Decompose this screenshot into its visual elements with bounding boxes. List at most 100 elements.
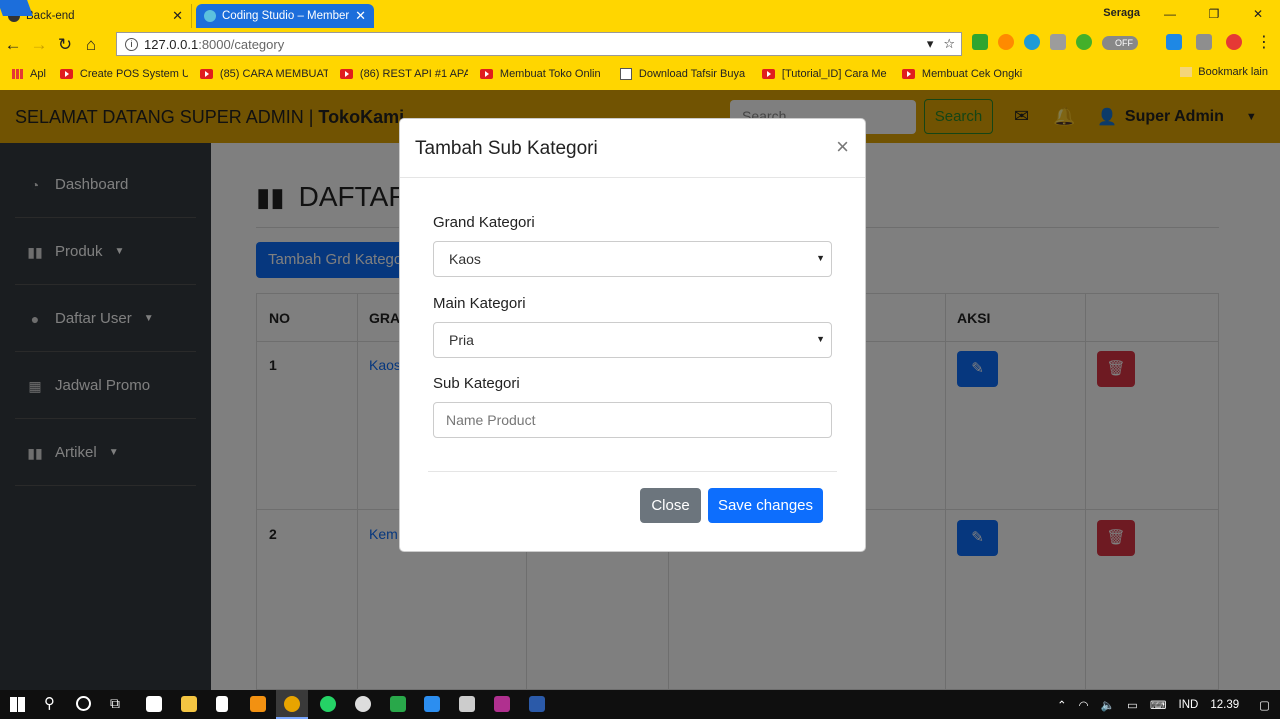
windows-start-icon[interactable] xyxy=(10,697,25,712)
windows-taskbar: ⚲ ⧉ ⌃ ◠ 🔈 ▭ ⌨ IND 12.39 ▢ xyxy=(0,690,1280,719)
extension-icon[interactable] xyxy=(1166,34,1182,50)
chevron-down-icon: ▼ xyxy=(816,334,825,344)
search-icon[interactable]: ⚲ xyxy=(44,694,55,712)
dropdown-icon[interactable]: ▾ xyxy=(927,36,934,52)
extension-icon[interactable] xyxy=(998,34,1014,50)
app-icon[interactable] xyxy=(390,696,406,712)
bookmark-label: (86) REST API #1 APA xyxy=(359,68,468,80)
bookmark-item[interactable]: Membuat Toko Onlin xyxy=(479,68,608,80)
bookmark-item[interactable]: Create POS System U xyxy=(59,68,188,80)
menu-icon[interactable]: ⋮ xyxy=(1256,32,1272,52)
app-icon[interactable] xyxy=(355,696,371,712)
grand-category-select[interactable]: Kaos ▼ xyxy=(433,241,832,277)
extension-icon[interactable] xyxy=(1024,34,1040,50)
site-icon xyxy=(619,68,632,80)
youtube-icon xyxy=(479,69,493,79)
extension-icon[interactable] xyxy=(1050,34,1066,50)
close-window-icon[interactable]: ✕ xyxy=(1236,7,1280,21)
add-subcategory-modal: Tambah Sub Kategori × Grand Kategori Kao… xyxy=(399,118,866,552)
sub-category-input[interactable]: Name Product xyxy=(433,402,832,438)
star-icon[interactable]: ☆ xyxy=(943,36,955,52)
forward-icon[interactable]: → xyxy=(26,35,52,55)
close-button[interactable]: Close xyxy=(640,488,701,523)
wifi-icon[interactable]: ◠ xyxy=(1079,698,1089,712)
bookmark-label: Membuat Toko Onlin xyxy=(499,68,601,80)
app-icon[interactable] xyxy=(494,696,510,712)
youtube-icon xyxy=(901,69,915,79)
clock[interactable]: 12.39 xyxy=(1210,699,1239,711)
toggle-off[interactable]: OFF xyxy=(1102,36,1138,50)
modal-header: Tambah Sub Kategori × xyxy=(400,119,865,178)
browser-chrome: Back-end ✕ Coding Studio – Member ✕ Sera… xyxy=(0,0,1280,90)
sublime-icon[interactable] xyxy=(250,696,266,712)
bookmark-more-label: Bookmark lain xyxy=(1198,66,1268,78)
address-row: ← → ↻ ⌂ i 127.0.0.1:8000/category ▾ ☆ OFF… xyxy=(0,30,1280,60)
file-explorer-icon[interactable] xyxy=(181,696,197,712)
bookmarks-bar: Apl Create POS System U (85) CARA MEMBUA… xyxy=(0,62,1280,86)
bookmark-label: Create POS System U xyxy=(79,68,188,80)
apps-icon xyxy=(12,69,24,79)
notepad-icon[interactable] xyxy=(216,696,228,712)
translate-icon[interactable] xyxy=(1196,34,1212,50)
bookmark-item[interactable]: (85) CARA MEMBUAT xyxy=(199,68,328,80)
vscode-icon[interactable] xyxy=(424,696,440,712)
back-icon[interactable]: ← xyxy=(0,35,26,55)
restore-icon[interactable]: ❐ xyxy=(1192,7,1236,21)
other-bookmarks[interactable]: Bookmark lain xyxy=(1180,66,1268,78)
youtube-icon xyxy=(199,69,213,79)
save-changes-button[interactable]: Save changes xyxy=(708,488,823,523)
sub-category-label: Sub Kategori xyxy=(433,375,520,392)
notifications-icon[interactable]: ▢ xyxy=(1259,698,1270,712)
language-indicator[interactable]: IND xyxy=(1179,699,1199,711)
minimize-icon[interactable]: — xyxy=(1148,7,1192,21)
youtube-icon xyxy=(59,69,73,79)
bookmark-label: (85) CARA MEMBUAT xyxy=(219,68,328,80)
main-category-label: Main Kategori xyxy=(433,295,526,312)
whatsapp-icon[interactable] xyxy=(320,696,336,712)
extension-icon[interactable] xyxy=(972,34,988,50)
address-bar[interactable]: i 127.0.0.1:8000/category ▾ ☆ xyxy=(116,32,962,56)
cortana-icon[interactable] xyxy=(76,696,91,711)
home-icon[interactable]: ⌂ xyxy=(78,35,104,55)
url-path: :8000/category xyxy=(198,36,285,52)
app-icon[interactable] xyxy=(459,696,475,712)
bookmark-item[interactable]: Download Tafsir Buya xyxy=(619,68,750,80)
folder-icon xyxy=(1180,67,1193,77)
bookmark-item[interactable]: Membuat Cek Ongki xyxy=(901,68,1030,80)
extension-icon[interactable] xyxy=(1076,34,1092,50)
bookmark-item[interactable]: (86) REST API #1 APA xyxy=(339,68,468,80)
modal-footer-divider xyxy=(428,471,837,472)
reload-icon[interactable]: ↻ xyxy=(52,35,78,55)
store-icon[interactable] xyxy=(146,696,162,712)
profile-name[interactable]: Seraga xyxy=(1103,7,1140,19)
system-tray: ⌃ ◠ 🔈 ▭ ⌨ IND 12.39 ▢ xyxy=(1057,690,1270,719)
new-tab-button[interactable] xyxy=(0,0,33,16)
task-view-icon[interactable]: ⧉ xyxy=(110,695,120,712)
bookmark-label: [Tutorial_ID] Cara Me xyxy=(781,68,887,80)
favicon-icon xyxy=(204,10,216,22)
main-category-select[interactable]: Pria ▼ xyxy=(433,322,832,358)
word-icon[interactable] xyxy=(529,696,545,712)
info-icon[interactable]: i xyxy=(125,37,138,51)
keyboard-icon[interactable]: ⌨ xyxy=(1150,698,1167,712)
bookmark-item[interactable]: [Tutorial_ID] Cara Me xyxy=(761,68,890,80)
chevron-up-icon[interactable]: ⌃ xyxy=(1057,698,1067,712)
bookmark-apps[interactable]: Apl xyxy=(12,68,46,80)
url-host: 127.0.0.1 xyxy=(144,36,199,52)
grand-category-value: Kaos xyxy=(449,251,481,267)
extension-icon[interactable] xyxy=(1226,34,1242,50)
battery-icon[interactable]: ▭ xyxy=(1127,698,1138,712)
tab-coding-studio[interactable]: Coding Studio – Member ✕ xyxy=(196,4,374,28)
modal-title: Tambah Sub Kategori xyxy=(415,138,598,159)
tab-close-icon[interactable]: ✕ xyxy=(355,8,366,24)
youtube-icon xyxy=(339,69,353,79)
bookmark-label: Download Tafsir Buya xyxy=(638,68,746,80)
chevron-down-icon: ▼ xyxy=(816,253,825,263)
volume-icon[interactable]: 🔈 xyxy=(1101,698,1115,712)
tab-close-icon[interactable]: ✕ xyxy=(172,8,183,24)
grand-category-label: Grand Kategori xyxy=(433,214,535,231)
bookmark-label: Membuat Cek Ongki xyxy=(921,68,1023,80)
close-icon[interactable]: × xyxy=(836,136,849,158)
tab-title: Back-end xyxy=(26,10,75,22)
bookmark-label: Apl xyxy=(30,68,46,80)
